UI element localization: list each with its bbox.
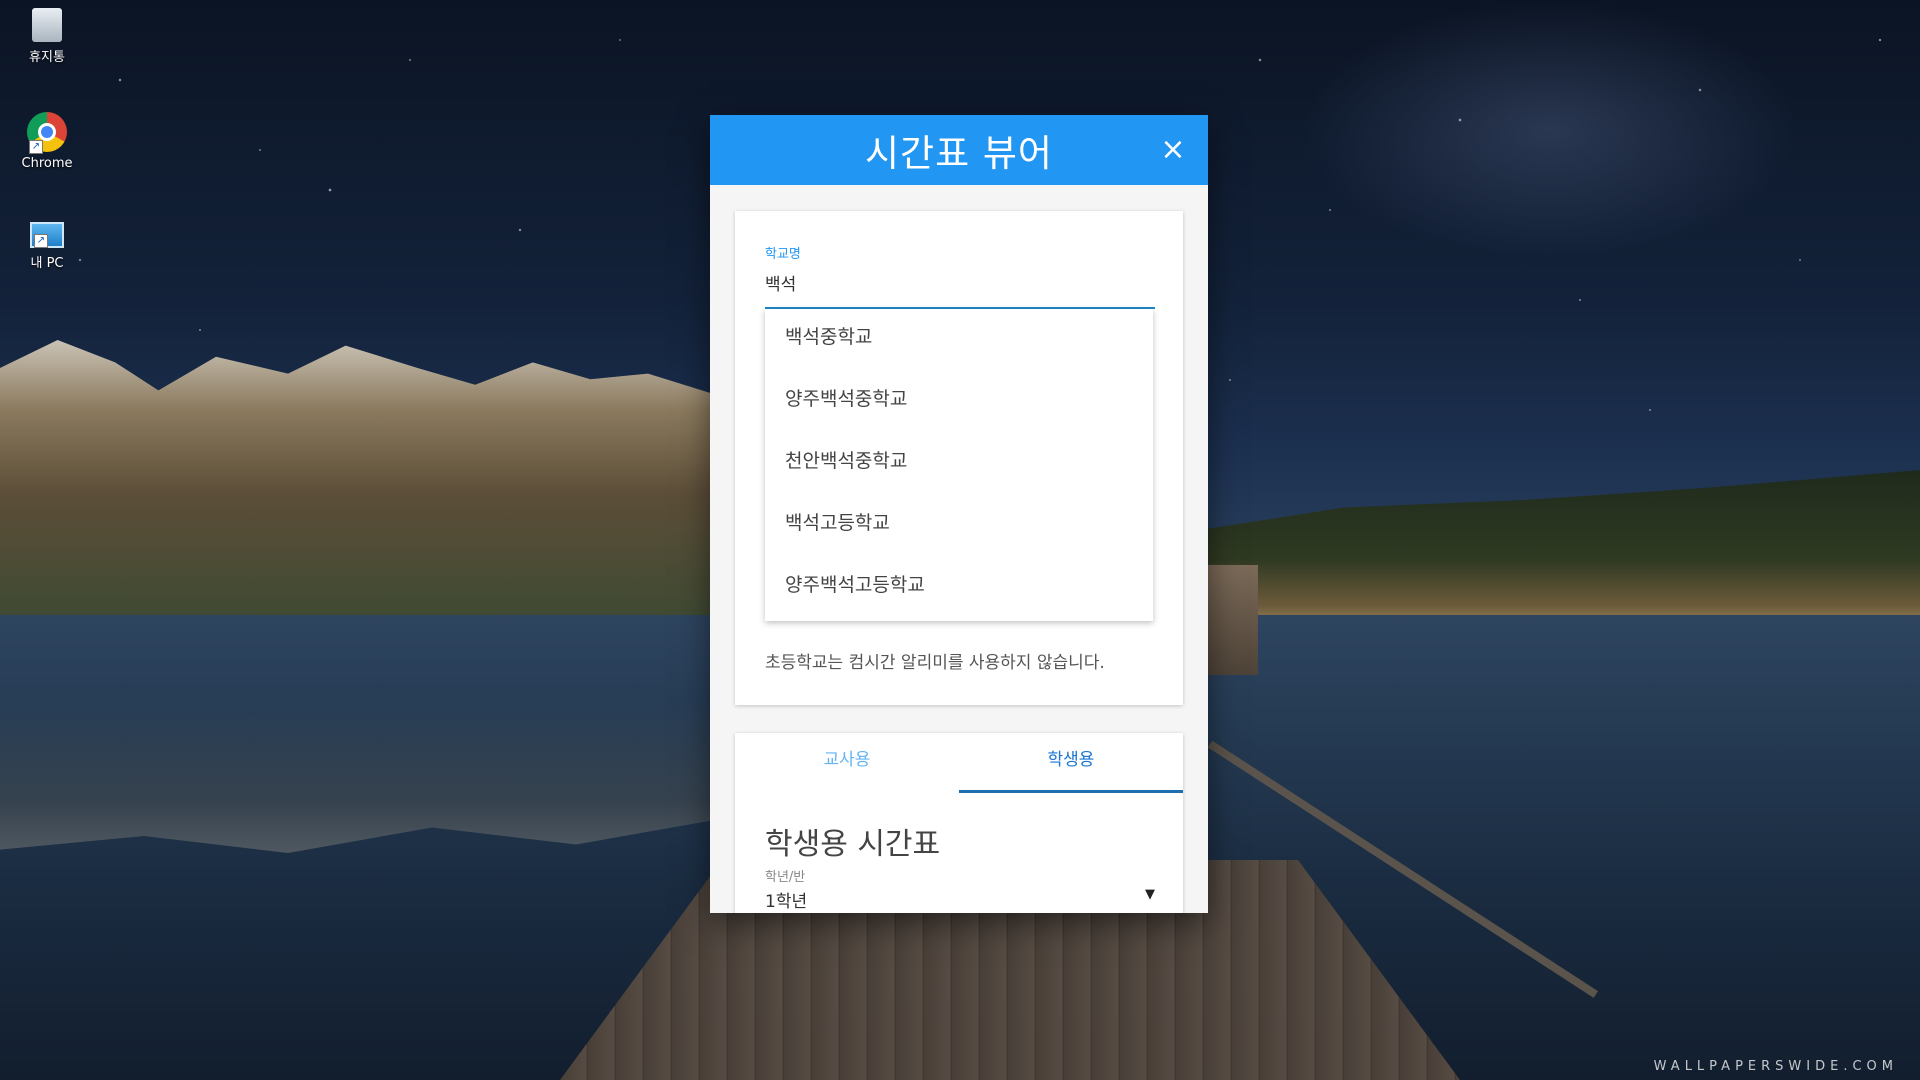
timetable-card: 교사용 학생용 학생용 시간표 학년/반 1학년 ▼ xyxy=(735,733,1183,913)
dialog-title: 시간표 뷰어 xyxy=(865,132,1053,175)
tab-student[interactable]: 학생용 xyxy=(959,733,1183,793)
tab-teacher[interactable]: 교사용 xyxy=(735,733,959,793)
shortcut-arrow-icon: ↗ xyxy=(34,234,48,248)
desktop-icon-chrome[interactable]: ↗ Chrome xyxy=(10,112,84,171)
grade-select-value: 1학년 xyxy=(765,892,808,912)
school-name-label: 학교명 xyxy=(765,247,801,262)
pier-hut xyxy=(1208,565,1258,675)
desktop-icon-recycle-bin[interactable]: 휴지통 xyxy=(10,8,84,65)
school-search-card: 학교명 백석중학교 양주백석중학교 천안백석중학교 백석고등학교 양주백석고등학… xyxy=(735,211,1183,705)
section-title: 학생용 시간표 xyxy=(765,827,941,862)
suggestion-item[interactable]: 양주백석중학교 xyxy=(765,371,1153,433)
desktop-icon-label: Chrome xyxy=(21,156,73,171)
suggestion-item[interactable]: 천안백석중학교 xyxy=(765,433,1153,495)
dropdown-arrow-icon: ▼ xyxy=(1145,887,1155,902)
timetable-viewer-dialog: 시간표 뷰어 × 학교명 백석중학교 양주백석중학교 천안백석중학교 백석고등학… xyxy=(710,115,1208,913)
milky-way xyxy=(1300,0,1800,260)
close-button[interactable]: × xyxy=(1156,133,1190,167)
grade-class-label: 학년/반 xyxy=(765,870,806,885)
school-suggestions-list: 백석중학교 양주백석중학교 천안백석중학교 백석고등학교 양주백석고등학교 xyxy=(765,309,1153,621)
elementary-notice: 초등학교는 컴시간 알리미를 사용하지 않습니다. xyxy=(765,653,1105,673)
recycle-bin-icon xyxy=(32,8,62,42)
grade-select[interactable]: 1학년 ▼ xyxy=(765,887,1155,913)
desktop-icon-label: 휴지통 xyxy=(29,50,65,65)
chrome-icon: ↗ xyxy=(27,112,67,154)
wallpaper-watermark: WALLPAPERSWIDE.COM xyxy=(1653,1059,1898,1074)
mountains xyxy=(0,340,720,620)
desktop-icon-this-pc[interactable]: ↗ 내 PC xyxy=(10,216,84,271)
school-name-input[interactable] xyxy=(765,267,1153,297)
desktop-icon-label: 내 PC xyxy=(30,256,64,271)
shortcut-arrow-icon: ↗ xyxy=(29,140,43,154)
suggestion-item[interactable]: 백석고등학교 xyxy=(765,495,1153,557)
this-pc-icon: ↗ xyxy=(30,222,64,248)
suggestion-item[interactable]: 양주백석고등학교 xyxy=(765,557,1153,619)
dialog-header: 시간표 뷰어 × xyxy=(710,115,1208,185)
suggestion-item[interactable]: 백석중학교 xyxy=(765,309,1153,371)
timetable-tabs: 교사용 학생용 xyxy=(735,733,1183,793)
